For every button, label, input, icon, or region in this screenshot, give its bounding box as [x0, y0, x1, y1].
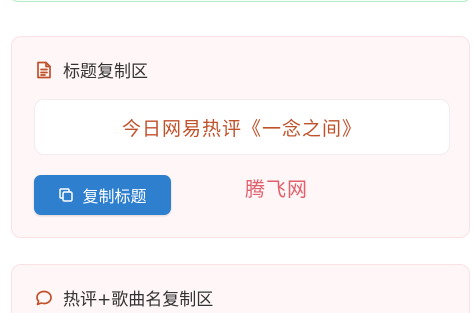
document-icon — [34, 60, 54, 80]
comment-copy-heading: 热评+歌曲名复制区 — [63, 290, 214, 310]
comment-copy-card: 热评+歌曲名复制区 — [11, 264, 470, 313]
page: 标题复制区 今日网易热评《一念之间》 复制标题 腾飞网 热评+歌曲名复制区 — [0, 0, 475, 313]
copy-title-button-label: 复制标题 — [82, 187, 147, 206]
comment-icon — [34, 288, 54, 308]
watermark-text: 腾飞网 — [245, 177, 308, 201]
title-copy-header: 标题复制区 — [34, 57, 148, 82]
copy-title-button[interactable]: 复制标题 — [34, 175, 171, 215]
title-copy-card: 标题复制区 今日网易热评《一念之间》 复制标题 腾飞网 — [11, 36, 470, 238]
comment-copy-header: 热评+歌曲名复制区 — [34, 285, 213, 310]
title-text-box: 今日网易热评《一念之间》 — [34, 99, 450, 155]
copy-icon — [58, 187, 74, 203]
previous-card-edge — [10, 0, 471, 2]
title-copy-heading: 标题复制区 — [63, 62, 148, 82]
title-text: 今日网易热评《一念之间》 — [121, 117, 362, 140]
